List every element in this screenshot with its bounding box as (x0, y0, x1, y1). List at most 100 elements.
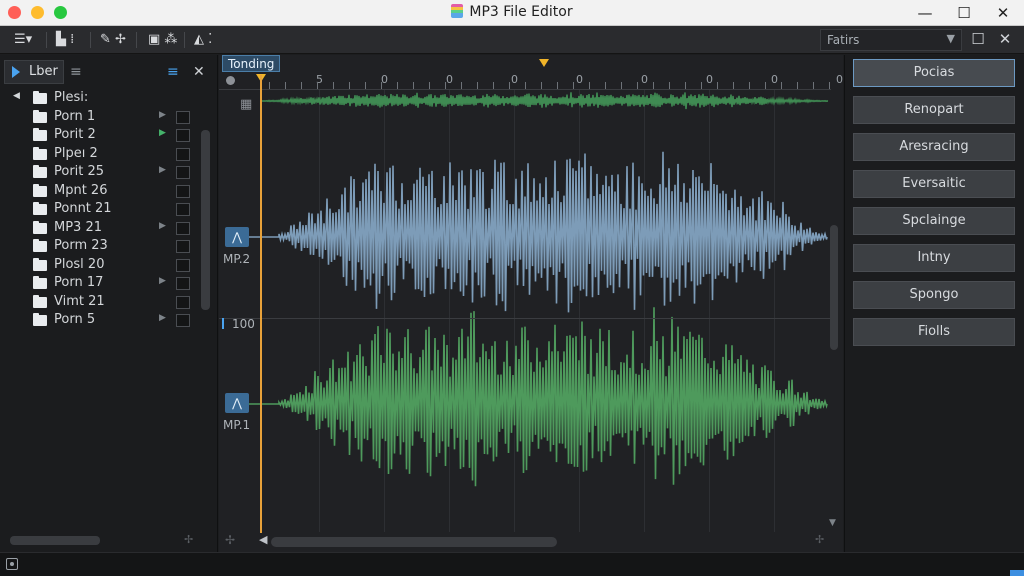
tree-item[interactable]: Ponnt 21 (0, 200, 218, 219)
filter-dropdown[interactable]: Fatirs ▼ (820, 29, 962, 51)
caret-right-icon[interactable]: ▶ (159, 221, 166, 231)
caret-right-icon[interactable]: ▶ (159, 313, 166, 323)
volume-icon[interactable]: ◭ ⁚ (194, 31, 212, 49)
add-track-icon[interactable]: ✢ (225, 533, 235, 547)
track-envelope-button[interactable]: ⋀ (225, 227, 249, 247)
window-title: MP3 File Editor (0, 4, 1024, 20)
effect-button-2[interactable]: Renopart (853, 96, 1015, 124)
editor-horizontal-scrollbar[interactable] (271, 537, 557, 547)
caret-right-icon[interactable]: ▶ (159, 128, 166, 138)
waveform-canvas[interactable] (219, 55, 831, 533)
toolbar-divider (46, 32, 47, 48)
maximize-icon[interactable]: ☐ (953, 3, 975, 23)
overview-handle-icon[interactable]: ▦ (240, 96, 252, 114)
track-name: MP.2 (223, 252, 251, 266)
item-checkbox[interactable] (176, 147, 190, 161)
folder-icon (33, 109, 47, 123)
toolbar-divider (184, 32, 185, 48)
tree-item[interactable]: MP3 21 ▶ (0, 219, 218, 238)
tree-item[interactable]: Porn 5 ▶ (0, 311, 218, 330)
chevron-down-icon: ▼ (946, 32, 955, 45)
sidebar-horizontal-scrollbar[interactable] (10, 536, 100, 545)
track-waveform-mp1[interactable] (249, 307, 828, 487)
caret-left-icon[interactable]: ◀ (13, 91, 20, 101)
sidebar-header: Lber ≡ ≡ ✕ (0, 60, 218, 86)
caret-right-icon[interactable]: ▶ (159, 276, 166, 286)
close-icon[interactable]: ✕ (992, 3, 1014, 23)
folder-icon (33, 183, 47, 197)
tree-item[interactable]: Porit 25 ▶ (0, 163, 218, 182)
scroll-down-icon[interactable]: ▼ (829, 518, 836, 528)
folder-icon (33, 128, 47, 141)
item-checkbox[interactable] (176, 184, 190, 198)
editor-vertical-scrollbar[interactable] (830, 225, 838, 350)
item-checkbox[interactable] (176, 314, 190, 327)
folder-icon (33, 220, 47, 234)
folder-icon (33, 294, 47, 308)
folder-icon (33, 257, 47, 271)
effect-button-3[interactable]: Aresracing (853, 133, 1015, 161)
status-icon[interactable] (6, 558, 18, 570)
tree-item[interactable]: Porn 1 ▶ (0, 108, 218, 127)
resize-handle[interactable] (1010, 570, 1024, 576)
caret-right-icon[interactable]: ▶ (159, 165, 166, 175)
effect-button-1[interactable]: Pocias (853, 59, 1015, 87)
folder-icon (33, 202, 47, 215)
close-panel-icon[interactable]: ✕ (997, 31, 1013, 47)
track-name: MP.1 (223, 418, 251, 432)
folder-icon (33, 146, 47, 160)
caret-right-icon[interactable]: ▶ (159, 110, 166, 120)
track-divider (219, 318, 831, 319)
tree-item[interactable]: Vimt 21 (0, 293, 218, 312)
trim-icon[interactable]: ▣ ⁂ (148, 31, 177, 49)
menu-icon[interactable]: ☰▾ (14, 31, 32, 49)
item-checkbox[interactable] (176, 129, 190, 142)
folder-icon (33, 313, 47, 326)
toolbar: ☰▾ ▙ ⁞ ✎ ✢ ▣ ⁂ ◭ ⁚ Fatirs ▼ ☐ ✕ (0, 26, 1024, 54)
app-icon (451, 4, 464, 18)
effect-button-7[interactable]: Spongo (853, 281, 1015, 309)
tab-library[interactable]: Lber (4, 60, 64, 84)
track-waveform-mp2[interactable] (249, 151, 828, 313)
item-checkbox[interactable] (176, 203, 190, 216)
item-checkbox[interactable] (176, 166, 190, 179)
item-checkbox[interactable] (176, 240, 190, 253)
scroll-right-icon[interactable]: ✢ (184, 533, 193, 546)
tree-item[interactable]: Plpeı 2 (0, 145, 218, 164)
effect-button-6[interactable]: Intny (853, 244, 1015, 272)
tree-item[interactable]: Plosl 20 (0, 256, 218, 275)
list-view-icon[interactable]: ≡ (167, 64, 179, 80)
gain-label: 100 (222, 317, 255, 331)
tree-item[interactable]: Porn 17 ▶ (0, 274, 218, 293)
waveform-editor[interactable]: Tonding 5000000000 100 ▦ ⋀ MP.2 ⋀ MP.1 ▼… (219, 55, 908, 552)
effect-button-8[interactable]: Fiolls (853, 318, 1015, 346)
list-icon[interactable]: ≡ (70, 64, 82, 80)
playhead[interactable] (260, 75, 262, 533)
status-bar (0, 552, 1024, 576)
item-checkbox[interactable] (176, 277, 190, 290)
title-bar: MP3 File Editor — ☐ ✕ (0, 0, 1024, 26)
item-checkbox[interactable] (176, 258, 190, 272)
effect-button-5[interactable]: Spclainge (853, 207, 1015, 235)
tree-item[interactable]: Mpnt 26 (0, 182, 218, 201)
pencil-icon[interactable]: ✎ ✢ (100, 31, 126, 49)
close-icon[interactable]: ✕ (193, 64, 205, 80)
folder-icon (33, 91, 47, 104)
item-checkbox[interactable] (176, 221, 190, 235)
panel-toggle-icon[interactable]: ☐ (970, 31, 986, 47)
track-envelope-button[interactable]: ⋀ (225, 393, 249, 413)
toolbar-divider (90, 32, 91, 48)
tree-root[interactable]: ◀ Plesi: (0, 89, 218, 108)
split-icon[interactable]: ▙ ⁞ (56, 31, 74, 49)
file-tree: ◀ Plesi: Porn 1 ▶ Porit 2 ▶ Plpeı 2 Porit 25 ▶… (0, 89, 218, 330)
scroll-left-icon[interactable]: ◀ (259, 533, 267, 546)
sidebar-scrollbar[interactable] (201, 130, 210, 310)
tree-item[interactable]: Porit 2 ▶ (0, 126, 218, 145)
toolbar-divider (136, 32, 137, 48)
tree-item[interactable]: Porm 23 (0, 237, 218, 256)
effect-button-4[interactable]: Eversaitic (853, 170, 1015, 198)
item-checkbox[interactable] (176, 110, 190, 124)
item-checkbox[interactable] (176, 295, 190, 309)
scroll-right-icon[interactable]: ✢ (815, 533, 824, 546)
minimize-icon[interactable]: — (914, 3, 936, 23)
